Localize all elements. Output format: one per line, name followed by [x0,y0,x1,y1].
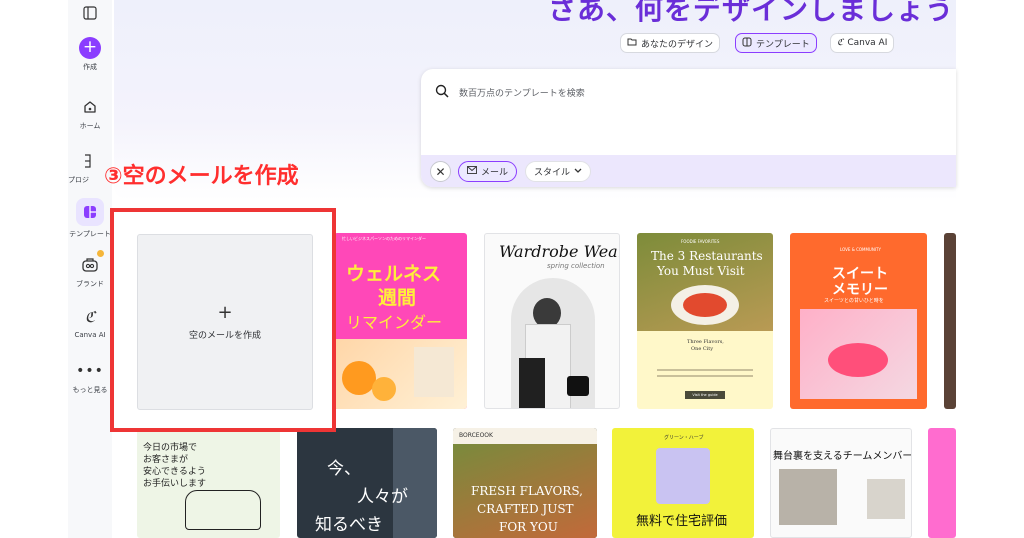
template-title: Wardrobe Wear [499,242,620,261]
template-subtitle: One City [691,346,714,352]
folder-icon [74,150,96,172]
tab-label: テンプレート [756,39,810,50]
template-title: リマインダー [346,313,443,332]
template-wardrobe[interactable]: Wardrobe Wear spring collection [484,233,620,409]
chip-label: スタイル [534,168,571,178]
plus-icon: + [217,301,233,323]
close-icon: ✕ [435,164,446,179]
template-photo [637,233,773,331]
search-placeholder: 数百万点のテンプレートを検索 [459,89,585,99]
templates-icon [742,37,752,50]
sidebar-item-label: プロジ [68,176,89,184]
template-small-text: グリーン・ハーブ [664,435,704,441]
template-title: FRESH FLAVORS, [471,484,583,498]
filter-bar: ✕ メール スタイル [421,155,956,187]
template-subtitle: Three Flavors, [687,339,724,345]
template-wellness[interactable]: 忙しいビジネスパーソンのためのリマインダー ウェルネス 週間 リマインダー [334,233,467,409]
template-city[interactable]: 今、 人々が 知るべき [297,428,437,538]
template-illustration [656,448,710,504]
chip-label: メール [481,168,509,178]
template-team[interactable]: 舞台裏を支えるチームメンバー [770,428,912,538]
template-small-text: 忙しいビジネスパーソンのためのリマインダー [342,236,426,241]
template-brand: BORCEOOK [459,432,493,439]
more-icon: ••• [76,363,104,379]
template-button-text: Visit the guide [685,391,725,399]
template-title: FOR YOU [499,520,558,534]
filter-chip-style[interactable]: スタイル [525,161,592,182]
sidebar-item-label: 作成 [83,63,97,71]
template-photo [779,469,837,525]
clear-filters-button[interactable]: ✕ [430,161,451,182]
crown-icon [97,250,104,257]
template-title: ウェルネス [346,263,442,285]
tab-label: Canva AI [847,38,888,48]
template-home-valuation[interactable]: グリーン・ハーブ 無料で住宅評価 [612,428,754,538]
template-market[interactable]: 今日の市場で お客さまが 安心できるよう お手伝いします [137,428,280,538]
sidebar-item-canva-ai[interactable]: ℭ Canva AI [68,306,112,339]
sidebar-item-label: Canva AI [74,331,106,339]
panel-toggle-icon [79,2,101,24]
canva-home-screen: + 作成 ホーム プロジ テンプレート ブランド ℭ Canva AI ••• … [0,0,1024,538]
sidebar-item-label: もっと見る [72,386,108,394]
sidebar-toggle[interactable] [68,2,112,24]
template-photo [334,339,467,409]
template-title: 知るべき [315,515,383,535]
sidebar-item-create[interactable]: + 作成 [68,37,112,72]
folder-icon [627,37,637,50]
template-subtitle: スイーツとの甘いひと時を [824,298,884,304]
sidebar-item-label: テンプレート [69,230,111,238]
tab-your-designs[interactable]: あなたのデザイン [620,33,721,53]
page-title: さあ、何をデザインしましょう [548,0,955,26]
template-photo [800,309,917,399]
sidebar-item-label: ホーム [79,122,101,130]
template-title: CRAFTED JUST [477,502,574,516]
templates-icon [76,198,104,226]
canva-ai-icon: ℭ [837,38,844,48]
template-title: メモリー [832,282,888,298]
template-title: お手伝いします [143,479,207,489]
sidebar-item-templates[interactable]: テンプレート [68,198,112,239]
mail-icon [467,166,477,177]
template-partial[interactable] [944,233,956,409]
brand-icon [79,254,101,276]
template-partial[interactable] [928,428,956,538]
search-icon [435,83,449,102]
template-restaurants[interactable]: FOODIE FAVORITES The 3 Restaurants You M… [637,233,773,409]
template-small-text: LOVE & COMMUNITY [840,247,881,252]
template-subtitle: spring collection [547,262,605,270]
plus-icon: + [79,37,101,59]
tab-canva-ai[interactable]: ℭ Canva AI [830,33,895,53]
sidebar-item-label: ブランド [76,280,104,288]
sidebar-item-more[interactable]: ••• もっと見る [68,360,112,395]
template-title: You Must Visit [657,264,745,278]
canva-ai-icon: ℭ [84,308,96,326]
template-photo [511,278,595,408]
sidebar-item-home[interactable]: ホーム [68,96,112,131]
tab-templates[interactable]: テンプレート [735,33,817,53]
chevron-down-icon [574,167,582,177]
tab-label: あなたのデザイン [641,39,714,50]
template-fresh-flavors[interactable]: BORCEOOK FRESH FLAVORS, CRAFTED JUST FOR… [453,428,597,538]
template-title: The 3 Restaurants [651,249,763,263]
create-blank-label: 空のメールを作成 [188,330,261,341]
template-title: 無料で住宅評価 [636,514,728,529]
template-title: 今、 [327,459,361,479]
sidebar-item-brand[interactable]: ブランド [68,250,112,289]
template-small-text: FOODIE FAVORITES [681,239,720,244]
template-title: 舞台裏を支えるチームメンバー [773,451,912,462]
sidebar: + 作成 ホーム プロジ テンプレート ブランド ℭ Canva AI ••• … [68,0,112,538]
template-title: 週間 [378,287,417,309]
template-sweet-memory[interactable]: LOVE & COMMUNITY スイート メモリー スイーツとの甘いひと時を [790,233,927,409]
search-input[interactable]: 数百万点のテンプレートを検索 [435,83,585,102]
template-title: 人々が [357,487,408,507]
search-panel: 数百万点のテンプレートを検索 ✕ メール スタイル [421,69,956,187]
create-blank-email-button[interactable]: + 空のメールを作成 [137,234,313,410]
template-illustration [185,490,261,530]
filter-chip-email[interactable]: メール [458,161,518,182]
annotation-label: ③空のメールを作成 [104,164,299,189]
home-icon [79,96,101,118]
